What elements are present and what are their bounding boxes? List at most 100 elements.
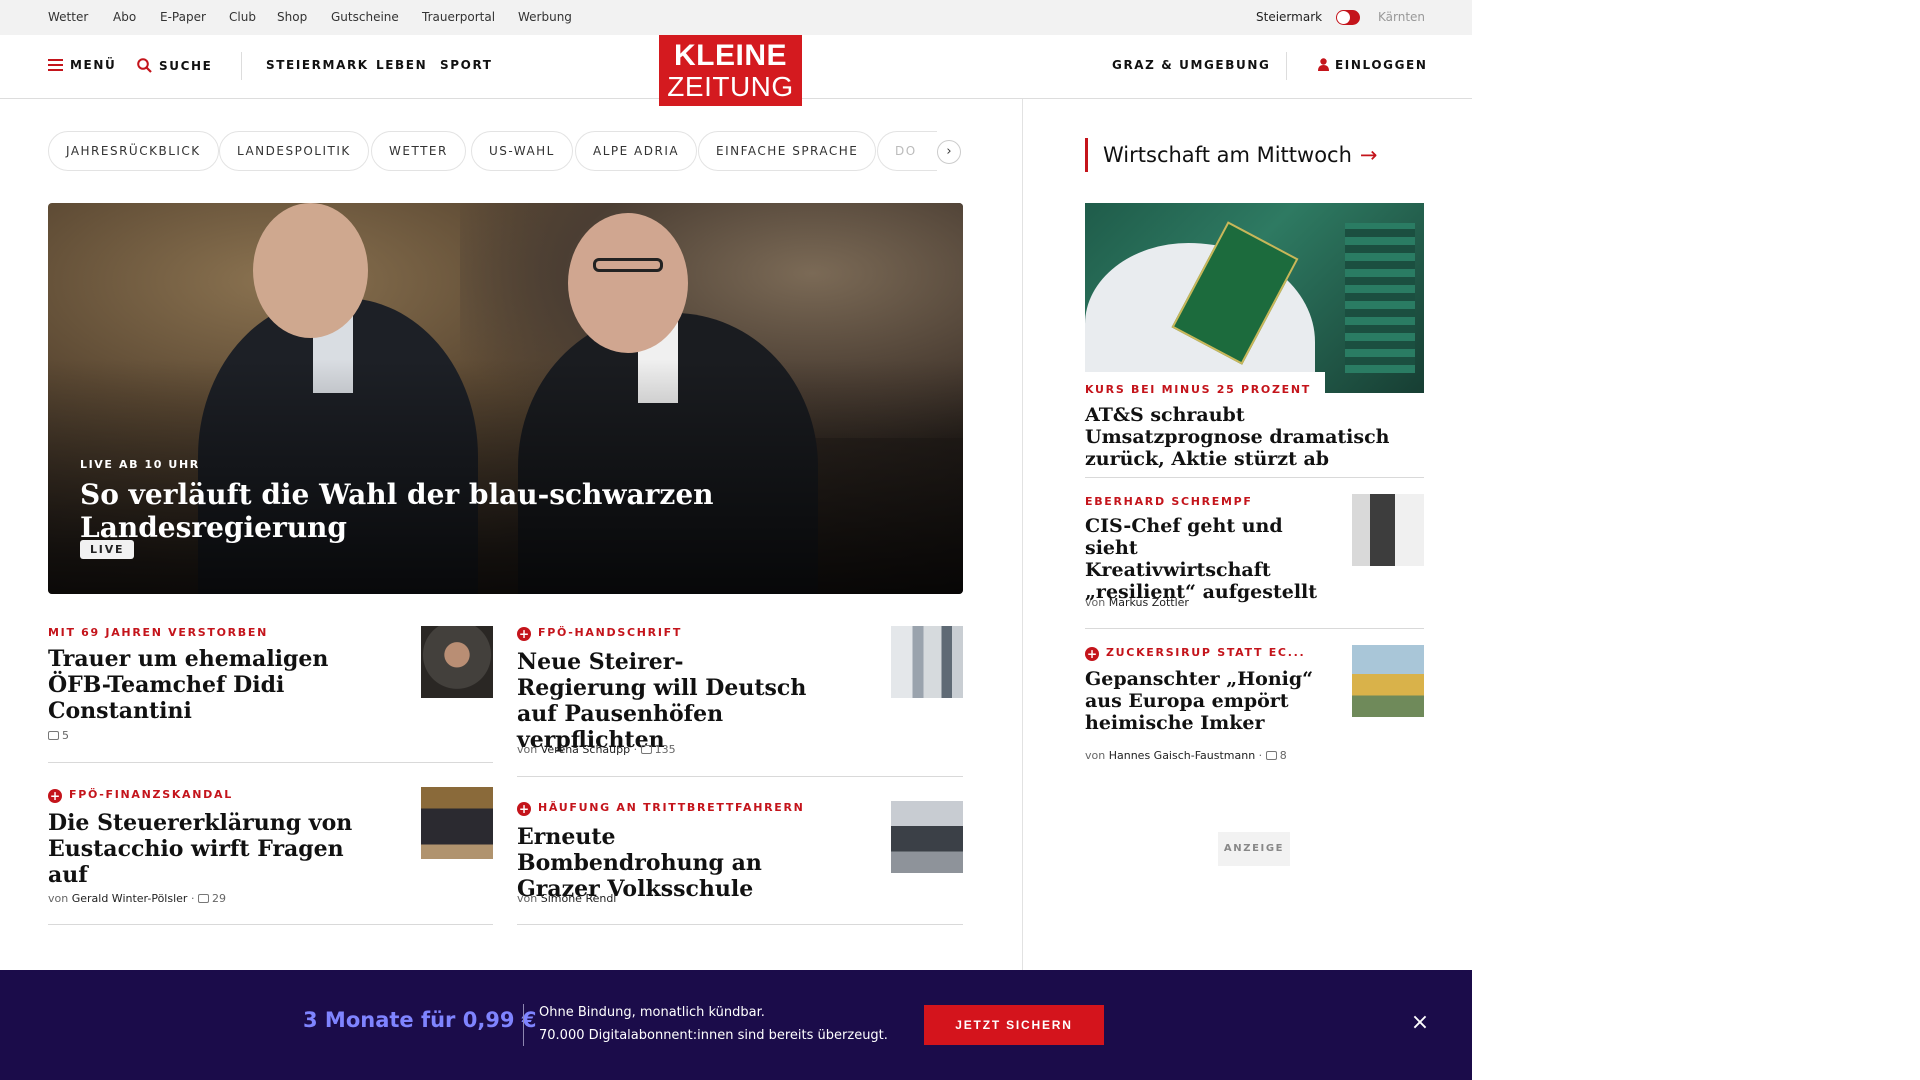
teaser-title[interactable]: Neue Steirer-Regierung will Deutsch auf … — [517, 649, 807, 753]
tag-us-wahl[interactable]: US-WAHL — [471, 131, 573, 171]
sidebar-item-title[interactable]: CIS-Chef geht und sieht Kreativwirtschaf… — [1085, 515, 1325, 603]
sidebar-heading[interactable]: Wirtschaft am Mittwoch → — [1085, 138, 1378, 172]
search-button[interactable]: SUCHE — [137, 58, 212, 76]
comment-icon — [48, 731, 59, 740]
by-label: von — [517, 743, 538, 756]
util-link-werbung[interactable]: Werbung — [518, 10, 572, 24]
close-icon[interactable]: × — [1409, 1012, 1431, 1034]
tag-einfache-sprache[interactable]: EINFACHE SPRACHE — [698, 131, 877, 171]
logo-line-2: ZEITUNG — [667, 71, 794, 102]
util-link-club[interactable]: Club — [229, 10, 256, 24]
teaser-thumbnail[interactable] — [891, 801, 963, 873]
nav-sport[interactable]: SPORT — [440, 58, 493, 72]
teaser-thumbnail[interactable] — [421, 787, 493, 859]
tag-landespolitik[interactable]: LANDESPOLITIK — [219, 131, 369, 171]
by-label: von — [48, 892, 69, 905]
kleine-zeitung-logo[interactable]: KLEINE ZEITUNG — [659, 35, 802, 106]
region-kaernten[interactable]: Kärnten — [1378, 10, 1425, 24]
util-link-wetter[interactable]: Wetter — [48, 10, 88, 24]
region-toggle[interactable] — [1336, 10, 1360, 25]
sidebar-item-kicker: EBERHARD SCHREMPF — [1085, 495, 1253, 508]
sidebar-lead-kicker: KURS BEI MINUS 25 PROZENT — [1085, 383, 1311, 396]
teaser-meta: von Verena Schaupp · 135 — [517, 743, 676, 756]
teaser-title[interactable]: Die Steuererklärung von Eustacchio wirft… — [48, 810, 388, 888]
teaser-meta: von Simone Rendl — [517, 892, 616, 905]
banner-cta-button[interactable]: JETZT SICHERN — [924, 1005, 1104, 1045]
teaser-title[interactable]: Trauer um ehemaligen ÖFB-Teamchef Didi C… — [48, 646, 388, 724]
sidebar-lead-image[interactable] — [1085, 203, 1424, 393]
util-link-trauerportal[interactable]: Trauerportal — [422, 10, 495, 24]
main-header: MENÜ SUCHE STEIERMARK LEBEN SPORT KLEINE… — [0, 35, 1472, 106]
utility-bar: Wetter Abo E-Paper Club Shop Gutscheine … — [0, 0, 1472, 35]
comment-icon — [640, 745, 652, 754]
by-label: von — [1085, 749, 1106, 762]
tag-do[interactable]: DO — [877, 131, 937, 171]
tag-jahresrueckblick[interactable]: JAHRESRÜCKBLICK — [48, 131, 219, 171]
header-divider — [241, 52, 242, 80]
banner-offer: 3 Monate für 0,99 € — [303, 1008, 537, 1032]
subscription-banner: 3 Monate für 0,99 € Ohne Bindung, monatl… — [0, 970, 1472, 1080]
search-icon — [137, 58, 152, 76]
util-link-gutscheine[interactable]: Gutscheine — [331, 10, 399, 24]
nav-graz-umgebung[interactable]: GRAZ & UMGEBUNG — [1112, 58, 1270, 72]
comment-count: 29 — [211, 892, 226, 905]
arrow-right-icon: → — [1359, 143, 1378, 167]
region-steiermark[interactable]: Steiermark — [1256, 10, 1322, 24]
teaser-thumbnail[interactable] — [891, 626, 963, 698]
sidebar-lead-title[interactable]: AT&S schraubt Umsatzprognose dramatisch … — [1085, 404, 1424, 470]
nav-steiermark[interactable]: STEIERMARK — [266, 58, 369, 72]
page: Wetter Abo E-Paper Club Shop Gutscheine … — [0, 0, 1472, 1080]
author-name[interactable]: Gerald Winter-Pölsler — [72, 892, 188, 905]
column-divider — [1022, 99, 1023, 970]
by-label: von — [517, 892, 538, 905]
sidebar-item-title[interactable]: Gepanschter „Honig“ aus Europa empört he… — [1085, 668, 1325, 734]
tag-alpe-adria[interactable]: ALPE ADRIA — [575, 131, 698, 171]
util-link-abo[interactable]: Abo — [113, 10, 136, 24]
author-name[interactable]: Simone Rendl — [541, 892, 617, 905]
menu-button[interactable]: MENÜ — [48, 58, 116, 74]
sidebar-divider — [1085, 477, 1424, 478]
plus-icon: + — [48, 789, 62, 803]
util-link-epaper[interactable]: E-Paper — [160, 10, 206, 24]
author-name[interactable]: Markus Zottler — [1109, 596, 1189, 609]
teaser-meta: von Gerald Winter-Pölsler · 29 — [48, 892, 226, 905]
teaser-divider — [517, 924, 963, 925]
nav-leben[interactable]: LEBEN — [376, 58, 427, 72]
sidebar-divider — [1085, 628, 1424, 629]
comment-icon — [1265, 751, 1277, 760]
sidebar-item-meta: von Markus Zottler — [1085, 596, 1189, 609]
tag-wetter[interactable]: WETTER — [371, 131, 466, 171]
sidebar-item-kicker: + ZUCKERSIRUP STATT EC... — [1085, 646, 1305, 661]
sidebar-item-meta: von Hannes Gaisch-Faustmann · 8 — [1085, 749, 1287, 762]
banner-line-2: 70.000 Digitalabonnent:innen sind bereit… — [539, 1028, 888, 1043]
banner-divider — [523, 1004, 524, 1046]
teaser-divider — [517, 776, 963, 777]
sidebar-heading-text: Wirtschaft am Mittwoch — [1103, 143, 1352, 167]
hamburger-icon — [48, 59, 63, 74]
teaser-thumbnail[interactable] — [421, 626, 493, 698]
teaser-divider — [48, 924, 493, 925]
comment-count: 5 — [62, 729, 69, 742]
teaser-meta: 5 — [48, 729, 69, 742]
hero-kicker: LIVE AB 10 UHR — [80, 458, 200, 471]
author-name[interactable]: Verena Schaupp — [541, 743, 630, 756]
plus-icon: + — [1085, 647, 1099, 661]
util-link-shop[interactable]: Shop — [277, 10, 307, 24]
plus-icon: + — [517, 802, 531, 816]
sidebar-item-thumbnail[interactable] — [1352, 494, 1424, 566]
sidebar-item-thumbnail[interactable] — [1352, 645, 1424, 717]
sidebar-item-kicker-text: ZUCKERSIRUP STATT EC... — [1106, 646, 1306, 659]
hero-title[interactable]: So verläuft die Wahl der blau-schwarzen … — [80, 478, 963, 544]
header-divider-right — [1286, 52, 1287, 80]
banner-line-1: Ohne Bindung, monatlich kündbar. — [539, 1005, 765, 1020]
search-label: SUCHE — [159, 59, 213, 73]
teaser-kicker: + HÄUFUNG AN TRITTBRETTFAHRERN — [517, 801, 805, 816]
author-name[interactable]: Hannes Gaisch-Faustmann — [1109, 749, 1255, 762]
teaser-title[interactable]: Erneute Bombendrohung an Grazer Volkssch… — [517, 824, 807, 902]
login-button[interactable]: EINLOGGEN — [1318, 58, 1427, 74]
by-label: von — [1085, 596, 1106, 609]
ad-label: ANZEIGE — [1218, 832, 1290, 866]
hero-teaser[interactable]: LIVE AB 10 UHR So verläuft die Wahl der … — [48, 203, 963, 594]
tags-next-chevron-icon[interactable]: › — [937, 140, 961, 164]
comment-count: 135 — [654, 743, 676, 756]
